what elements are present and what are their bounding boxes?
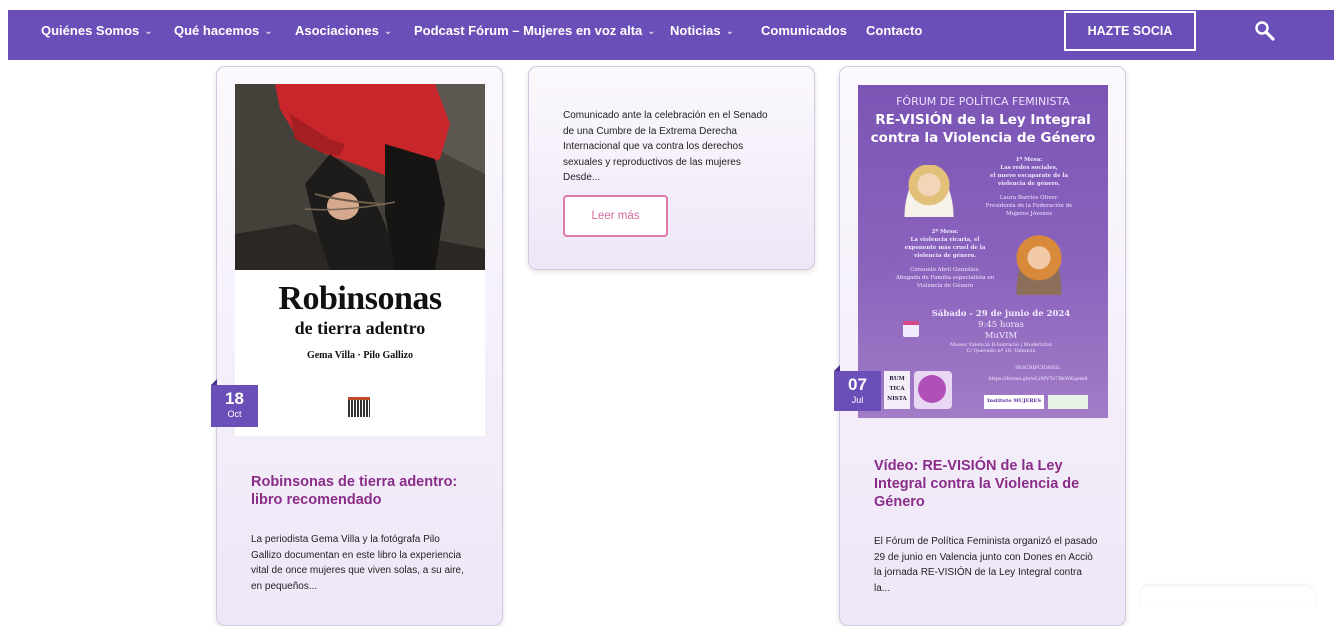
hazte-socia-button[interactable]: HAZTE SOCIA: [1064, 11, 1196, 51]
nav-item-quienes-somos[interactable]: Quiénes Somos ⌄: [41, 10, 153, 52]
nav-item-que-hacemos[interactable]: Qué hacemos ⌄: [174, 10, 273, 52]
speaker2-photo: [1014, 233, 1064, 295]
nav-item-asociaciones[interactable]: Asociaciones ⌄: [295, 10, 392, 52]
gva-logo: [1048, 395, 1088, 409]
nav-item-podcast[interactable]: Podcast Fórum – Mujeres en voz alta ⌄: [414, 10, 656, 52]
inscripciones-label: INSCRIPCIONES:: [1015, 365, 1061, 371]
chevron-down-icon: ⌄: [725, 26, 734, 37]
mesa1-label: 1ª Mesa:: [1015, 157, 1043, 163]
date-month: Oct: [227, 409, 242, 419]
nav-label: Podcast Fórum – Mujeres en voz alta: [414, 23, 643, 38]
mesa2-desc2: exponente más cruel de la: [904, 245, 986, 251]
nav-item-comunicados[interactable]: Comunicados: [761, 10, 847, 52]
speaker2-name: Consuelo Abril González.: [910, 267, 980, 273]
nav-item-noticias[interactable]: Noticias ⌄: [670, 10, 734, 52]
forum-logo-text: RUM TICA NISTA: [887, 376, 907, 402]
date-day: 07: [848, 375, 867, 394]
speaker2-role2: Violencia de Género: [916, 283, 974, 289]
poster-time: 9:45 horas: [978, 320, 1024, 330]
post-card-comunicado[interactable]: Comunicado ante la celebración en el Sen…: [528, 66, 815, 270]
post-title[interactable]: Vídeo: RE-VISIÓN de la Ley Integral cont…: [874, 457, 1099, 511]
post-card-revision[interactable]: FÓRUM DE POLÍTICA FEMINISTA RE-VISIÓN de…: [834, 66, 1126, 626]
poster-image[interactable]: FÓRUM DE POLÍTICA FEMINISTA RE-VISIÓN de…: [858, 85, 1108, 418]
speaker2-role1: Abogada de Familia especialista en: [895, 275, 995, 281]
poster-header: FÓRUM DE POLÍTICA FEMINISTA: [896, 95, 1070, 108]
instituto-label: Instituto MUJERES: [987, 398, 1041, 404]
cover-photo: [235, 84, 485, 270]
date-badge: 07 Jul: [834, 371, 881, 411]
search-button[interactable]: [1254, 20, 1276, 42]
mesa2-desc1: La violencia vicaria, el: [910, 237, 980, 243]
search-icon: [1255, 21, 1275, 41]
speaker1-role2: Mujeres Jóvenes: [1005, 211, 1053, 217]
date-day: 18: [225, 389, 244, 408]
poster-title-2: contra la Violencia de Género: [870, 130, 1096, 146]
speaker1-photo: [902, 165, 956, 217]
book-cover-image[interactable]: Robinsonas de tierra adentro Gema Villa …: [235, 84, 485, 436]
nav-label: Qué hacemos: [174, 23, 260, 38]
chevron-down-icon: ⌄: [264, 26, 273, 37]
nav-label: Contacto: [866, 23, 923, 38]
nav-label: Asociaciones: [295, 23, 379, 38]
post-card-robinsonas[interactable]: Robinsonas de tierra adentro Gema Villa …: [211, 66, 503, 626]
speaker1-name: Laura Barrios Oliver.: [999, 195, 1059, 201]
chevron-down-icon: ⌄: [647, 26, 656, 37]
publisher-logo: [348, 397, 370, 417]
nav-label: Noticias: [670, 23, 721, 38]
post-excerpt: El Fórum de Política Feminista organizó …: [874, 536, 1098, 594]
book-authors: Gema Villa · Pilo Gallizo: [306, 350, 414, 361]
mesa1-desc2: el nuevo escaparate de la: [989, 173, 1069, 179]
mesa1-desc1: Las redes sociales,: [1000, 165, 1058, 171]
floating-widget-edge: [1140, 586, 1315, 606]
poster-title-1: RE-VISIÓN de la Ley Integral: [875, 112, 1091, 128]
speaker1-role1: Presidenta de la Federación de: [985, 203, 1073, 209]
poster-address2: C/ Quevedo nº 10, Valencia: [966, 348, 1036, 354]
nav-item-contacto[interactable]: Contacto: [866, 10, 922, 52]
book-title: Robinsonas: [278, 280, 442, 317]
chevron-down-icon: ⌄: [383, 26, 393, 37]
dones-logo-mark: [918, 375, 946, 403]
nav-label: Comunicados: [761, 23, 847, 38]
read-more-button[interactable]: Leer más: [563, 195, 668, 237]
chevron-down-icon: ⌄: [144, 26, 153, 37]
post-title[interactable]: Robinsonas de tierra adentro: libro reco…: [251, 473, 471, 509]
inscripciones-url[interactable]: https://forms.gle/eLrMVTs7BkWKqzm6: [968, 376, 1108, 383]
poster-venue: MuVIM: [984, 331, 1018, 341]
book-subtitle: de tierra adentro: [294, 318, 426, 338]
main-nav: Quiénes Somos ⌄ Qué hacemos ⌄ Asociaciones…: [8, 10, 1334, 60]
mesa2-label: 2ª Mesa:: [931, 229, 959, 235]
date-badge: 18 Oct: [211, 385, 258, 427]
mesa1-desc3: violencia de género.: [998, 181, 1060, 187]
post-excerpt: Comunicado ante la celebración en el Sen…: [563, 110, 768, 183]
poster-date: Sábado - 29 de junio de 2024: [931, 309, 1071, 319]
nav-label: Quiénes Somos: [41, 23, 140, 38]
post-excerpt: La periodista Gema Villa y la fotógrafa …: [251, 534, 464, 592]
date-month: Jul: [851, 395, 864, 405]
mesa2-desc3: violencia de género.: [914, 253, 976, 259]
